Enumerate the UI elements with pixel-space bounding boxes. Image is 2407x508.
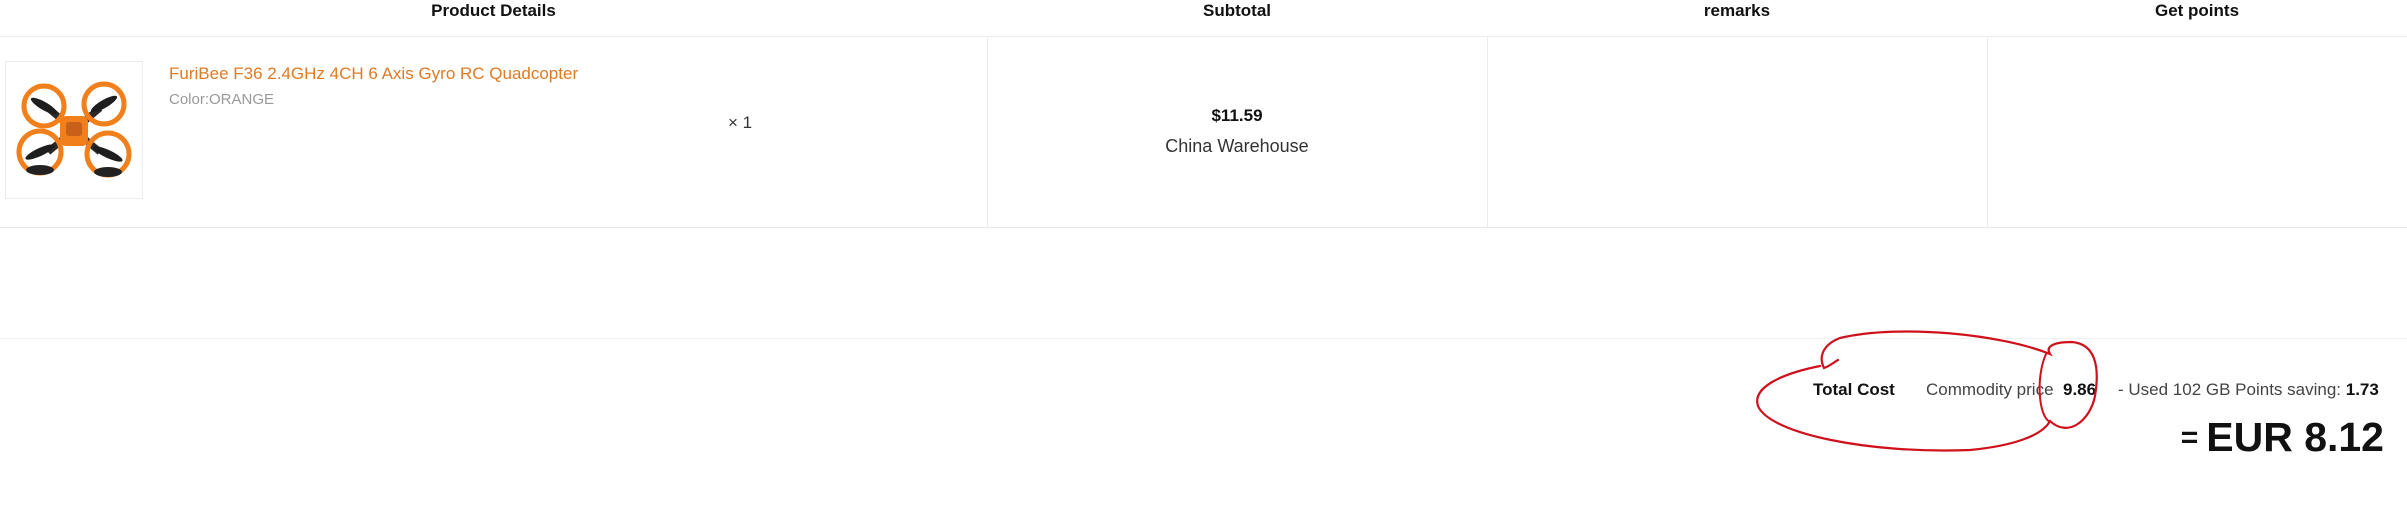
column-divider <box>1487 36 1488 227</box>
header-remarks: remarks <box>1703 1 1771 20</box>
item-subtotal-price: $11.59 <box>1211 106 1263 125</box>
item-quantity: × 1 <box>728 113 753 132</box>
header-get-points: Get points <box>2154 1 2240 20</box>
grand-total: = EUR 8.12 <box>2181 412 2384 463</box>
commodity-price-label: Commodity price <box>1926 380 2054 399</box>
column-divider <box>1987 36 1988 227</box>
points-saving-label: - Used 102 GB Points saving: <box>2118 380 2342 399</box>
header-product-details: Product Details <box>431 1 556 20</box>
commodity-price-value: 9.86 <box>2063 380 2097 399</box>
grand-total-equals: = <box>2180 421 2199 454</box>
header-subtotal: Subtotal <box>1203 1 1271 20</box>
quadcopter-image <box>16 81 132 178</box>
points-saving: - Used 102 GB Points saving: 1.73 <box>2118 378 2379 402</box>
totals-divider <box>0 338 2407 339</box>
cart-table-header: Product Details Subtotal remarks Get poi… <box>0 0 2407 37</box>
item-warehouse: China Warehouse <box>1165 136 1309 156</box>
grand-total-value: EUR 8.12 <box>2206 414 2384 460</box>
cart-page: Product Details Subtotal remarks Get poi… <box>0 0 2407 508</box>
product-thumbnail[interactable] <box>5 61 143 199</box>
points-saving-value: 1.73 <box>2345 380 2379 399</box>
product-name-link[interactable]: FuriBee F36 2.4GHz 4CH 6 Axis Gyro RC Qu… <box>169 64 578 84</box>
total-cost-label: Total Cost <box>1813 380 1895 399</box>
commodity-price: Commodity price 9.86 <box>1926 378 2096 402</box>
cart-item-row: FuriBee F36 2.4GHz 4CH 6 Axis Gyro RC Qu… <box>0 36 2407 228</box>
column-divider <box>987 36 988 227</box>
product-color: Color:ORANGE <box>169 91 275 108</box>
